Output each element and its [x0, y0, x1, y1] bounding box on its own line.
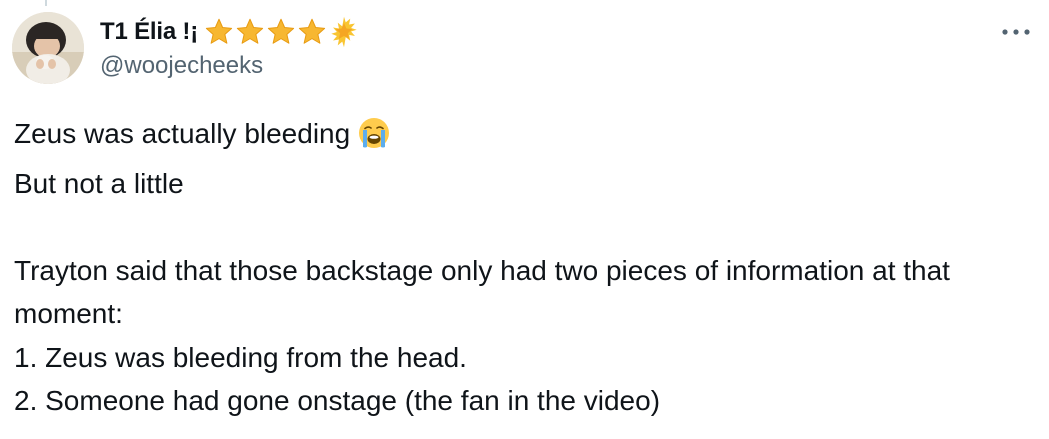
sparkle-star-icon	[331, 16, 357, 48]
author-name-row: T1 Élia !¡	[100, 14, 360, 50]
more-options-button[interactable]	[994, 16, 1038, 48]
star-icon	[236, 18, 264, 44]
tweet-line: But not a little	[14, 167, 184, 199]
tweet-line-text: Zeus was actually bleeding	[14, 118, 351, 149]
tweet-line: 2. Someone had gone onstage (the fan in …	[14, 385, 661, 416]
tweet-line: Trayton said that those backstage only h…	[14, 254, 950, 330]
more-options-icon	[1002, 29, 1030, 35]
tweet-line: Zeus was actually bleeding	[14, 112, 1039, 162]
star-icon	[205, 18, 233, 44]
thread-connector-line	[45, 0, 47, 6]
avatar[interactable]	[12, 12, 84, 84]
star-icon	[298, 18, 326, 44]
tweet-text: Zeus was actually bleeding But not a lit…	[14, 112, 1039, 423]
author-badge-stars	[204, 16, 360, 48]
tweet-line: 1. Zeus was bleeding from the head.	[14, 341, 467, 373]
loudly-crying-face-icon	[358, 117, 390, 162]
star-icon	[267, 18, 295, 44]
profile-avatar-image	[12, 12, 84, 84]
author-handle[interactable]: @woojecheeks	[100, 52, 263, 80]
author-display-name[interactable]: T1 Élia !¡	[100, 18, 198, 46]
